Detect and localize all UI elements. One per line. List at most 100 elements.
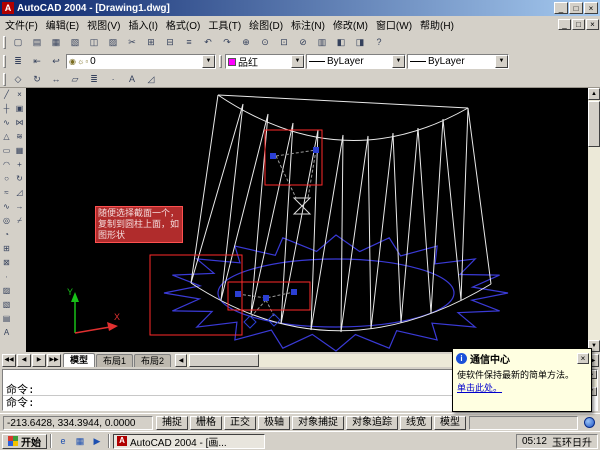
drawing-canvas[interactable]: Y X 随便选择截面一个，复制到圆柱上面，如图形状 [26, 88, 588, 352]
lineweight-toggle[interactable]: 线宽 [400, 416, 432, 430]
media-player-icon[interactable]: ▶ [89, 434, 105, 448]
balloon-close-button[interactable]: × [577, 353, 589, 364]
region-icon[interactable]: ▤ [0, 312, 13, 326]
chevron-down-icon[interactable]: ▼ [495, 55, 508, 68]
plot-icon[interactable]: ▧ [66, 35, 84, 50]
scroll-left-icon[interactable]: ◀ [175, 354, 187, 367]
pan-icon[interactable]: ⊕ [237, 35, 255, 50]
help-icon[interactable]: ? [370, 35, 388, 50]
lineweight-dropdown[interactable]: ByLayer ▼ [407, 54, 509, 69]
child-restore-button[interactable]: □ [572, 19, 585, 30]
chevron-down-icon[interactable]: ▼ [202, 55, 215, 68]
dimension-menu[interactable]: 标注(N) [287, 16, 329, 33]
tab-layout2[interactable]: 布局2 [134, 354, 171, 367]
scroll-up-icon[interactable]: ▲ [588, 88, 600, 100]
edit-menu[interactable]: 编辑(E) [42, 16, 83, 33]
polygon-icon[interactable]: △ [0, 130, 13, 144]
window-menu[interactable]: 窗口(W) [372, 16, 416, 33]
click-here-link[interactable]: 单击此处。 [453, 381, 506, 394]
mirror-icon[interactable]: ⋈ [13, 116, 26, 130]
chevron-down-icon[interactable]: ▼ [291, 55, 304, 68]
ie-icon[interactable]: e [55, 434, 71, 448]
tab-first-button[interactable]: ◀◀ [2, 354, 16, 367]
format-menu[interactable]: 格式(O) [162, 16, 204, 33]
multiline-text-icon[interactable]: A [0, 326, 13, 340]
spline-icon[interactable]: ∿ [0, 200, 13, 214]
chevron-down-icon[interactable]: ▼ [392, 55, 405, 68]
scale-icon[interactable]: ◿ [13, 186, 26, 200]
redo-icon[interactable]: ↷ [218, 35, 236, 50]
line-icon[interactable]: ╱ [0, 88, 13, 102]
draw-menu[interactable]: 绘图(D) [245, 16, 287, 33]
save-icon[interactable]: ▦ [47, 35, 65, 50]
toolbar-grip[interactable] [219, 55, 222, 68]
point-icon[interactable]: ∙ [0, 270, 13, 284]
zoom-realtime-icon[interactable]: ⊙ [256, 35, 274, 50]
canvas-vertical-scrollbar[interactable]: ▲ ▼ [588, 88, 600, 352]
ellipse-arc-icon[interactable]: ◔ [0, 228, 13, 242]
scrollbar-thumb[interactable] [189, 354, 259, 367]
cut-icon[interactable]: ✂ [123, 35, 141, 50]
tool-palettes-icon[interactable]: ◨ [351, 35, 369, 50]
copy-icon[interactable]: ⊞ [142, 35, 160, 50]
view-menu[interactable]: 视图(V) [83, 16, 124, 33]
linetype-dropdown[interactable]: ByLayer ▼ [306, 54, 406, 69]
scrollbar-thumb[interactable] [588, 101, 600, 147]
hatch-icon[interactable]: ▨ [0, 284, 13, 298]
polar-toggle[interactable]: 极轴 [258, 416, 290, 430]
list-icon[interactable]: ≣ [85, 72, 103, 87]
otrack-toggle[interactable]: 对象追踪 [346, 416, 398, 430]
tab-prev-button[interactable]: ◀ [17, 354, 31, 367]
match-properties-icon[interactable]: ≡ [180, 35, 198, 50]
insert-menu[interactable]: 插入(I) [124, 16, 161, 33]
polyline-icon[interactable]: ∿ [0, 116, 13, 130]
dimension-style-icon[interactable]: ◿ [142, 72, 160, 87]
rectangle-icon[interactable]: ▭ [0, 144, 13, 158]
copy-object-icon[interactable]: ▣ [13, 102, 26, 116]
layer-previous-icon[interactable]: ↩ [47, 54, 65, 69]
file-menu[interactable]: 文件(F) [1, 16, 42, 33]
circle-icon[interactable]: ○ [0, 172, 13, 186]
3d-orbit-icon[interactable]: ↻ [28, 72, 46, 87]
ortho-toggle[interactable]: 正交 [224, 416, 256, 430]
close-button[interactable]: × [584, 2, 598, 14]
tab-layout1[interactable]: 布局1 [96, 354, 133, 367]
make-block-icon[interactable]: ⊠ [0, 256, 13, 270]
erase-icon[interactable]: × [13, 88, 26, 102]
plot-preview-icon[interactable]: ◫ [85, 35, 103, 50]
ellipse-icon[interactable]: ◎ [0, 214, 13, 228]
designcenter-icon[interactable]: ◧ [332, 35, 350, 50]
named-views-icon[interactable]: ◇ [9, 72, 27, 87]
grid-toggle[interactable]: 栅格 [190, 416, 222, 430]
insert-block-icon[interactable]: ⊞ [0, 242, 13, 256]
arc-icon[interactable]: ◠ [0, 158, 13, 172]
properties-icon[interactable]: ▥ [313, 35, 331, 50]
make-object-layer-current-icon[interactable]: ⇤ [28, 54, 46, 69]
toolbar-grip[interactable] [3, 73, 6, 86]
revision-cloud-icon[interactable]: ≈ [0, 186, 13, 200]
trim-icon[interactable]: ⌿ [13, 214, 26, 228]
start-button[interactable]: 开始 [2, 434, 47, 449]
construction-line-icon[interactable]: ┼ [0, 102, 13, 116]
minimize-button[interactable]: _ [554, 2, 568, 14]
array-icon[interactable]: ▦ [13, 144, 26, 158]
undo-icon[interactable]: ↶ [199, 35, 217, 50]
tools-menu[interactable]: 工具(T) [204, 16, 245, 33]
toolbar-grip[interactable] [3, 55, 6, 68]
gradient-icon[interactable]: ▧ [0, 298, 13, 312]
distance-icon[interactable]: ↔ [47, 72, 65, 87]
area-icon[interactable]: ▱ [66, 72, 84, 87]
snap-toggle[interactable]: 捕捉 [156, 416, 188, 430]
publish-icon[interactable]: ▨ [104, 35, 122, 50]
text-style-icon[interactable]: A [123, 72, 141, 87]
tab-model[interactable]: 模型 [63, 353, 95, 367]
toolbar-grip[interactable] [3, 36, 6, 49]
tab-last-button[interactable]: ▶▶ [47, 354, 61, 367]
zoom-previous-icon[interactable]: ⊘ [294, 35, 312, 50]
open-file-icon[interactable]: ▤ [28, 35, 46, 50]
layer-properties-icon[interactable]: ≣ [9, 54, 27, 69]
model-toggle[interactable]: 模型 [434, 416, 466, 430]
stretch-icon[interactable]: → [13, 200, 26, 214]
osnap-toggle[interactable]: 对象捕捉 [292, 416, 344, 430]
offset-icon[interactable]: ≋ [13, 130, 26, 144]
